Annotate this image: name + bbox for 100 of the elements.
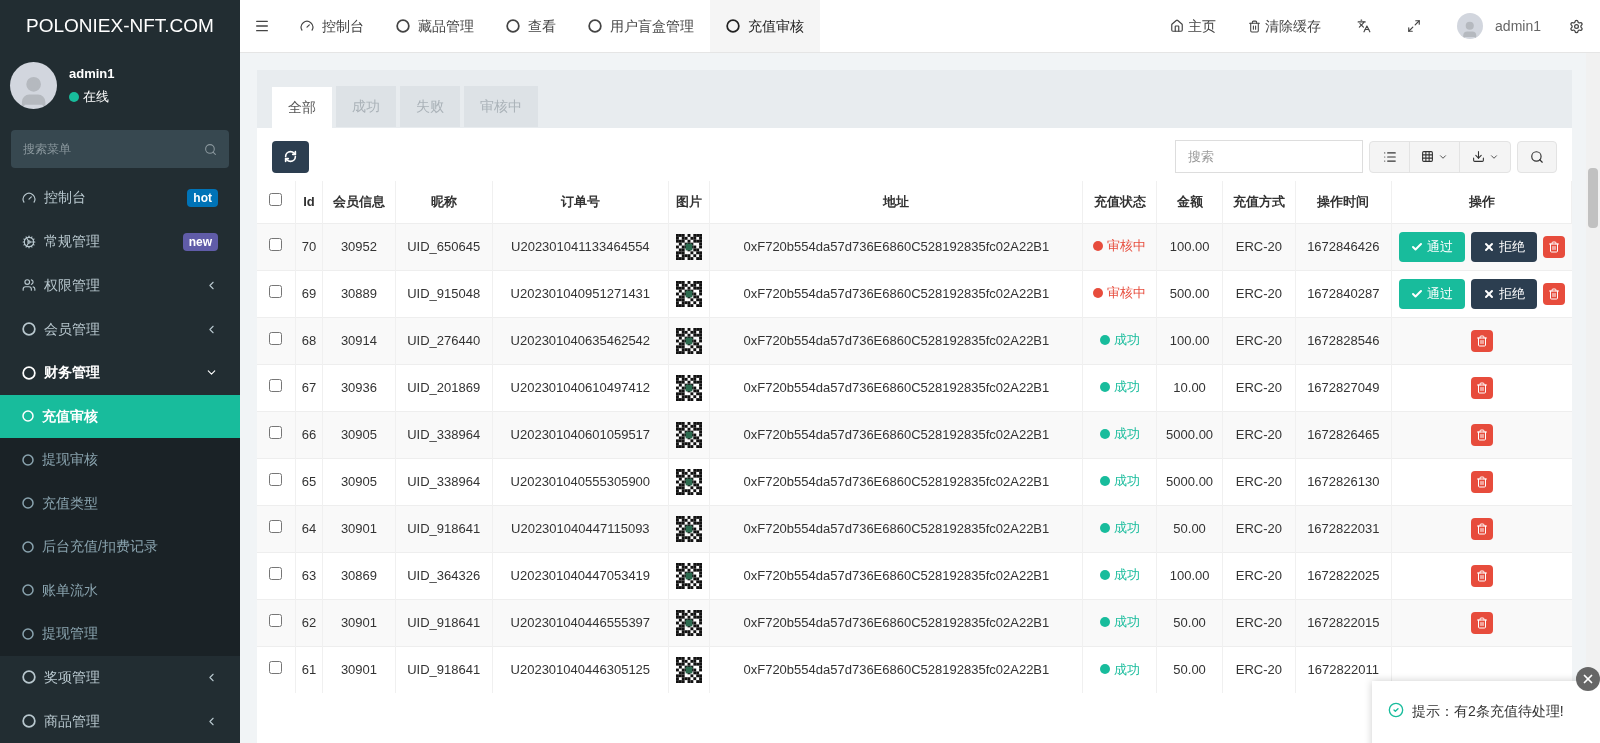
sidebar-item[interactable]: 常规管理 new	[0, 219, 240, 264]
trash-icon	[1475, 334, 1488, 347]
table-cell: ERC-20	[1222, 646, 1296, 693]
x-icon	[1482, 240, 1495, 253]
nav-tab[interactable]: 充值审核	[710, 0, 820, 52]
row-checkbox[interactable]	[269, 284, 283, 298]
clear-cache-link[interactable]: 清除缓存	[1236, 15, 1334, 37]
qr-code-icon	[676, 656, 703, 683]
refresh-button[interactable]	[272, 140, 309, 173]
avatar	[10, 61, 57, 109]
qr-code-icon	[676, 468, 703, 495]
trash-icon	[1475, 475, 1488, 488]
submenu-item[interactable]: 充值类型	[0, 481, 240, 526]
sidebar-item[interactable]: 权限管理	[0, 263, 240, 308]
delete-button[interactable]	[1542, 282, 1565, 305]
trash-icon	[1248, 19, 1262, 33]
menu-search-input[interactable]: 搜索菜单	[23, 140, 204, 159]
sidebar-item[interactable]: 奖项管理	[0, 655, 240, 700]
circle-icon	[22, 714, 36, 729]
row-checkbox[interactable]	[269, 613, 283, 627]
reject-button[interactable]: 拒绝	[1470, 278, 1537, 309]
status-text: 成功	[1113, 331, 1140, 350]
submenu-item[interactable]: 账单流水	[0, 568, 240, 613]
status-text: 审核中	[1107, 237, 1147, 256]
delete-button[interactable]	[1470, 329, 1493, 352]
trash-icon	[1547, 240, 1560, 253]
delete-button[interactable]	[1470, 611, 1493, 634]
nav-tab[interactable]: 藏品管理	[380, 0, 490, 52]
search-field[interactable]: 搜索	[1175, 140, 1363, 173]
nav-tab[interactable]: 控制台	[284, 0, 380, 52]
qr-code-icon	[676, 280, 703, 307]
list-icon	[1382, 149, 1397, 164]
nav-tab[interactable]: 查看	[490, 0, 572, 52]
delete-button[interactable]	[1470, 470, 1493, 493]
search-icon	[204, 142, 217, 156]
submenu-item[interactable]: 后台充值/扣费记录	[0, 525, 240, 569]
row-checkbox[interactable]	[269, 472, 283, 486]
row-checkbox[interactable]	[269, 661, 283, 674]
row-checkbox[interactable]	[269, 237, 283, 251]
delete-button[interactable]	[1470, 376, 1493, 399]
home-icon	[1170, 19, 1185, 33]
translate-icon	[1357, 19, 1372, 33]
search-button[interactable]	[1517, 140, 1557, 173]
fullscreen-icon	[1407, 19, 1422, 33]
refresh-icon	[284, 150, 297, 163]
qr-code-icon	[676, 233, 703, 260]
sidebar-item[interactable]: 会员管理	[0, 307, 240, 351]
close-icon	[1581, 672, 1595, 686]
status-text: 成功	[1113, 566, 1140, 585]
submenu-item[interactable]: 提现审核	[0, 438, 240, 482]
row-checkbox[interactable]	[269, 425, 283, 439]
select-all-checkbox[interactable]	[269, 193, 283, 206]
sidebar-item[interactable]: 商品管理	[0, 699, 240, 743]
qr-code-icon	[676, 374, 703, 401]
nav-tab[interactable]: 用户盲盒管理	[572, 0, 710, 52]
qr-code-icon	[676, 515, 703, 542]
status-text: 成功	[1113, 613, 1140, 632]
submenu-item[interactable]: 提现管理	[0, 612, 240, 656]
circle-icon	[22, 365, 36, 380]
filter-tab[interactable]: 全部	[272, 87, 332, 128]
delete-button[interactable]	[1470, 423, 1493, 446]
user-name: admin1	[69, 64, 115, 83]
toast-message: 提示：有2条充值待处理!	[1412, 702, 1564, 721]
circle-icon	[22, 453, 34, 466]
menu-badge: new	[182, 232, 218, 251]
table-cell: 61	[295, 646, 323, 693]
status-text: 成功	[1113, 378, 1140, 397]
trash-icon	[1475, 569, 1488, 582]
home-link[interactable]: 主页	[1158, 15, 1229, 37]
success-icon	[1388, 702, 1404, 718]
row-checkbox[interactable]	[269, 378, 283, 392]
circle-icon	[22, 540, 34, 553]
table-cell: U202301040446305125	[492, 646, 669, 693]
circle-icon	[22, 410, 34, 423]
circle-icon	[22, 584, 34, 597]
gauge-icon	[300, 19, 314, 33]
qr-code-icon	[676, 327, 703, 354]
header-user-name[interactable]: admin1	[1495, 15, 1541, 37]
circle-icon	[588, 19, 602, 33]
circle-icon	[22, 322, 36, 336]
sidebar-item[interactable]: 控制台 hot	[0, 176, 240, 220]
search-icon	[1530, 149, 1544, 164]
delete-button[interactable]	[1470, 517, 1493, 540]
row-checkbox[interactable]	[269, 566, 283, 580]
sidebar-item[interactable]: 财务管理	[0, 350, 240, 395]
qr-code-icon	[676, 562, 703, 589]
export-icon	[1471, 150, 1485, 163]
search-input[interactable]: 搜索	[1188, 146, 1350, 167]
menu-search-field[interactable]: 搜索菜单	[11, 130, 229, 168]
menu-badge: hot	[187, 188, 218, 207]
brand-logo[interactable]: POLONIEX-NFT.COM	[26, 12, 214, 41]
delete-button[interactable]	[1542, 235, 1565, 258]
row-checkbox[interactable]	[269, 331, 283, 345]
reject-button[interactable]: 拒绝	[1470, 231, 1537, 262]
table-cell: 0xF720b554da57d736E6860C528192835fc02A22B1	[709, 646, 1083, 693]
circle-icon	[506, 19, 520, 33]
circle-icon	[22, 627, 34, 640]
menu-icon	[254, 18, 270, 34]
delete-button[interactable]	[1470, 564, 1493, 587]
row-checkbox[interactable]	[269, 519, 283, 533]
